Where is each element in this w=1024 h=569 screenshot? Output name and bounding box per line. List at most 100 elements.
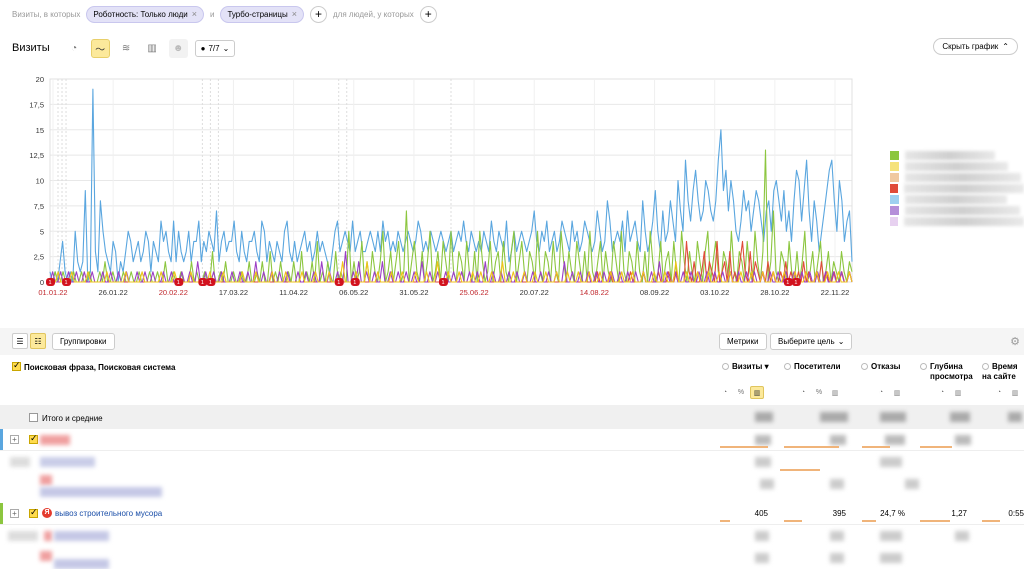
legend-item[interactable]	[890, 194, 1024, 205]
hide-chart-label: Скрыть график	[942, 42, 999, 51]
blurred-value	[820, 412, 848, 422]
legend-label-blurred	[905, 151, 995, 160]
annotations-button[interactable]: ● 7/7 ⌄	[194, 39, 236, 57]
legend-item[interactable]	[890, 205, 1024, 216]
blurred-value	[760, 479, 774, 489]
y-tick-label: 2,5	[34, 253, 44, 262]
pie-chart-icon[interactable]: ◔	[65, 39, 84, 58]
blurred-value	[830, 553, 844, 563]
event-marker-label: 1	[786, 280, 789, 286]
groupings-button[interactable]: Группировки	[52, 333, 115, 350]
tree-view-icon[interactable]: ☷	[30, 333, 46, 349]
bar-chart-icon[interactable]: ▥	[143, 39, 162, 58]
legend-item[interactable]	[890, 216, 1024, 227]
expand-icon[interactable]: +	[10, 509, 19, 518]
bar-chart-icon[interactable]: ▥	[828, 386, 842, 399]
add-user-filter-button[interactable]: +	[419, 5, 437, 23]
row-checkbox[interactable]	[29, 433, 38, 444]
bar-chart-icon[interactable]: ▥	[951, 386, 965, 399]
visits-line-chart[interactable]: 20 17,5 15 12,5 10 7,5 5 2,5 001.01.22 26.01.22 20…	[0, 70, 870, 305]
list-view-icon[interactable]: ☰	[12, 333, 28, 349]
help-icon[interactable]	[982, 363, 989, 370]
line-chart-icon[interactable]: 〜	[90, 38, 110, 58]
bar-chart-icon[interactable]: ▥	[890, 386, 904, 399]
pie-chart-icon[interactable]: ◔	[992, 386, 1006, 399]
col-depth-views: ◔ ▥	[935, 386, 965, 399]
col-time-header[interactable]: Время на сайте	[982, 362, 1018, 382]
metrics-button[interactable]: Метрики	[719, 333, 767, 350]
col-visits-views: ◔% ▥	[718, 386, 764, 399]
table-row[interactable]: +	[0, 429, 1024, 451]
comment-icon: ●	[200, 43, 206, 53]
chart-title: Визиты	[12, 42, 50, 54]
filter-suffix: для людей, у которых	[333, 9, 414, 19]
filter-chip-turbo[interactable]: Турбо-страницы ×	[220, 5, 304, 23]
bounce-value: 24,7 %	[880, 509, 905, 518]
col-visitors-views: ◔% ▥	[796, 386, 842, 399]
blurred-value	[950, 412, 970, 422]
legend-item[interactable]	[890, 150, 1024, 161]
help-icon[interactable]	[920, 363, 927, 370]
blurred-label	[40, 435, 70, 445]
bar-chart-icon[interactable]: ▥	[1008, 386, 1022, 399]
close-icon[interactable]: ×	[192, 9, 197, 19]
legend-swatch	[890, 217, 899, 226]
pie-chart-icon[interactable]: ◔	[935, 386, 949, 399]
legend-item[interactable]	[890, 183, 1024, 194]
pie-chart-icon[interactable]: ◔	[718, 386, 732, 399]
expand-icon[interactable]: +	[10, 435, 19, 444]
bar-chart-icon[interactable]: ▥	[750, 386, 764, 399]
chevron-down-icon: ⌄	[222, 43, 230, 53]
event-marker-label: 1	[177, 280, 180, 286]
col-visitors-label: Посетители	[794, 362, 841, 371]
table-row[interactable]	[0, 451, 1024, 473]
goal-select[interactable]: Выберите цель ⌄	[770, 333, 853, 350]
row-checkbox[interactable]	[29, 507, 38, 518]
col-depth-label-2: просмотра	[930, 372, 973, 381]
blurred-label	[40, 551, 52, 561]
search-phrase-link[interactable]: вывоз строительного мусора	[55, 509, 162, 518]
col-bounce-header[interactable]: Отказы	[861, 362, 901, 372]
col-depth-header[interactable]: Глубина просмотра	[920, 362, 973, 382]
table-row[interactable]	[0, 473, 1024, 497]
close-icon[interactable]: ×	[292, 9, 297, 19]
col-visits-header[interactable]: Визиты ▾	[722, 362, 769, 372]
table-row[interactable]	[0, 547, 1024, 569]
event-marker-label: 1	[209, 280, 212, 286]
blurred-value	[755, 435, 771, 445]
filter-chip-robotness[interactable]: Роботность: Только люди ×	[86, 5, 204, 23]
col-visitors-header[interactable]: Посетители	[784, 362, 841, 372]
visitors-value: 395	[832, 509, 846, 518]
totals-checkbox[interactable]	[29, 413, 38, 422]
hide-chart-button[interactable]: Скрыть график ⌃	[933, 38, 1018, 55]
dimension-header[interactable]: Поисковая фраза, Поисковая система	[24, 363, 175, 372]
blurred-label	[40, 487, 162, 497]
table-row[interactable]: + Я вывоз строительного мусора 405 395 2…	[0, 503, 1024, 525]
blurred-label	[54, 559, 109, 569]
area-chart-icon[interactable]: ≋	[117, 39, 136, 58]
chart-legend	[890, 150, 1024, 227]
add-filter-button[interactable]: +	[310, 5, 327, 23]
legend-item[interactable]	[890, 161, 1024, 172]
help-icon[interactable]	[722, 363, 729, 370]
percent-icon[interactable]: %	[734, 386, 748, 399]
legend-item[interactable]	[890, 172, 1024, 183]
col-time-views: ◔ ▥	[992, 386, 1022, 399]
gear-icon[interactable]: ⚙	[1010, 335, 1020, 348]
help-icon[interactable]	[784, 363, 791, 370]
pie-chart-icon[interactable]: ◔	[796, 386, 810, 399]
table-row[interactable]	[0, 525, 1024, 547]
blurred-value	[755, 457, 771, 467]
value-bar	[920, 520, 950, 522]
user-icon[interactable]: ☻	[168, 38, 188, 58]
x-tick-label: 03.10.22	[700, 288, 729, 297]
pie-chart-icon[interactable]: ◔	[874, 386, 888, 399]
x-tick-label: 31.05.22	[399, 288, 428, 297]
select-all-checkbox[interactable]	[12, 360, 21, 371]
blurred-value	[955, 435, 971, 445]
x-tick-label: 20.02.22	[159, 288, 188, 297]
plus-icon: +	[314, 7, 322, 21]
percent-icon[interactable]: %	[812, 386, 826, 399]
help-icon[interactable]	[861, 363, 868, 370]
blurred-value	[1008, 412, 1022, 422]
